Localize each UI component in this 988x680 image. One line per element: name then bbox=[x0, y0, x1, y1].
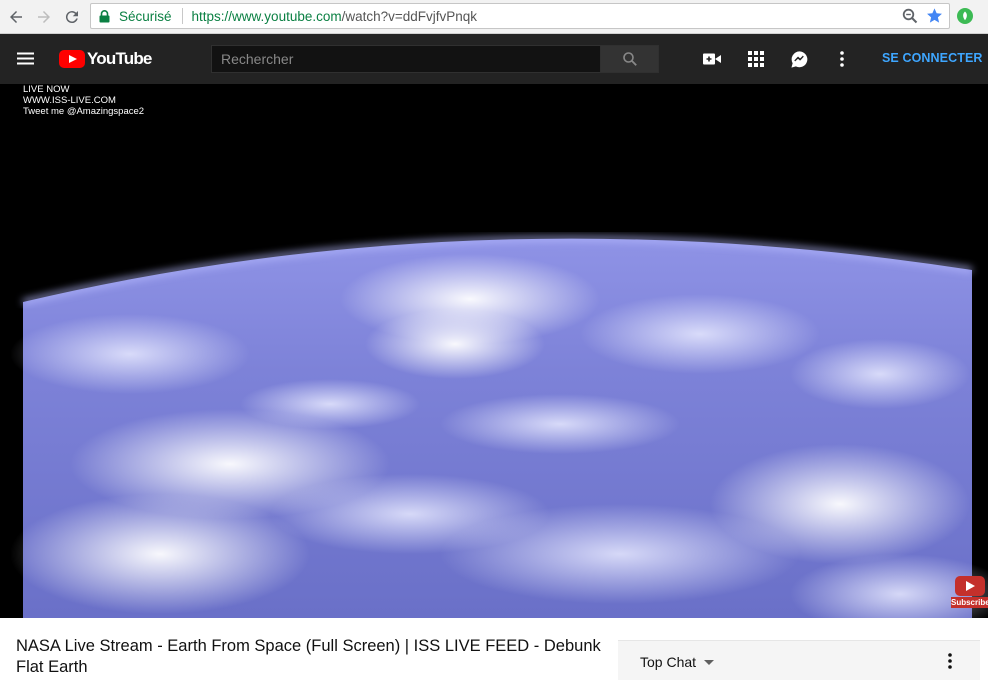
live-chat-header: Top Chat bbox=[618, 640, 980, 680]
chat-more-vertical-icon[interactable] bbox=[948, 653, 960, 671]
bookmark-star-icon[interactable] bbox=[926, 7, 943, 27]
forward-button[interactable] bbox=[32, 5, 56, 29]
back-button[interactable] bbox=[4, 5, 28, 29]
subscribe-watermark[interactable]: Subscribe bbox=[951, 574, 988, 610]
omnibox-divider bbox=[181, 8, 183, 24]
url-host: https://www.youtube.com bbox=[191, 8, 342, 24]
apps-grid-icon[interactable] bbox=[746, 49, 766, 69]
youtube-logo[interactable]: YouTube bbox=[59, 49, 152, 69]
chat-mode-selector[interactable]: Top Chat bbox=[640, 654, 696, 670]
overlay-line-twitter: Tweet me @Amazingspace2 bbox=[23, 106, 145, 117]
subscribe-label: Subscribe bbox=[951, 597, 988, 608]
zoom-icon[interactable] bbox=[902, 8, 918, 27]
secure-label: Sécurisé bbox=[119, 8, 172, 24]
youtube-subscribe-icon bbox=[955, 576, 985, 596]
overlay-line-site: WWW.ISS-LIVE.COM bbox=[23, 95, 116, 106]
address-bar[interactable]: Sécurisé https://www.youtube.com/watch?v… bbox=[90, 3, 950, 29]
video-player[interactable]: LIVE NOW WWW.ISS-LIVE.COM Tweet me @Amaz… bbox=[0, 84, 988, 618]
search-button[interactable] bbox=[600, 45, 659, 73]
hamburger-menu-icon[interactable] bbox=[16, 49, 36, 69]
sign-in-button[interactable]: SE CONNECTER bbox=[882, 51, 983, 65]
browser-toolbar: Sécurisé https://www.youtube.com/watch?v… bbox=[0, 0, 988, 34]
reload-button[interactable] bbox=[60, 5, 84, 29]
lock-icon bbox=[99, 8, 113, 24]
youtube-masthead: YouTube Rechercher SE CONNECTER bbox=[0, 34, 988, 84]
url-path: /watch?v=ddFvjfvPnqk bbox=[341, 8, 478, 24]
url-text[interactable]: https://www.youtube.com/watch?v=ddFvjfvP… bbox=[192, 9, 478, 24]
logo-wordmark: YouTube bbox=[87, 49, 152, 68]
stream-overlay-text: LIVE NOW WWW.ISS-LIVE.COM Tweet me @Amaz… bbox=[23, 84, 144, 117]
arrow-right-icon bbox=[38, 11, 50, 23]
reload-icon bbox=[65, 11, 78, 24]
chevron-down-icon[interactable] bbox=[704, 660, 714, 665]
more-vertical-icon[interactable] bbox=[832, 49, 852, 69]
earth-from-space-frame bbox=[0, 84, 988, 618]
overlay-line-live: LIVE NOW bbox=[23, 84, 70, 95]
extension-icon[interactable] bbox=[956, 7, 974, 25]
video-title: NASA Live Stream - Earth From Space (Ful… bbox=[16, 637, 601, 676]
messages-icon[interactable] bbox=[789, 49, 809, 69]
search-input[interactable]: Rechercher bbox=[211, 45, 601, 73]
create-video-icon[interactable] bbox=[702, 49, 722, 69]
youtube-play-logo-icon bbox=[59, 50, 85, 68]
arrow-left-icon bbox=[10, 11, 22, 23]
search-icon bbox=[622, 52, 637, 66]
